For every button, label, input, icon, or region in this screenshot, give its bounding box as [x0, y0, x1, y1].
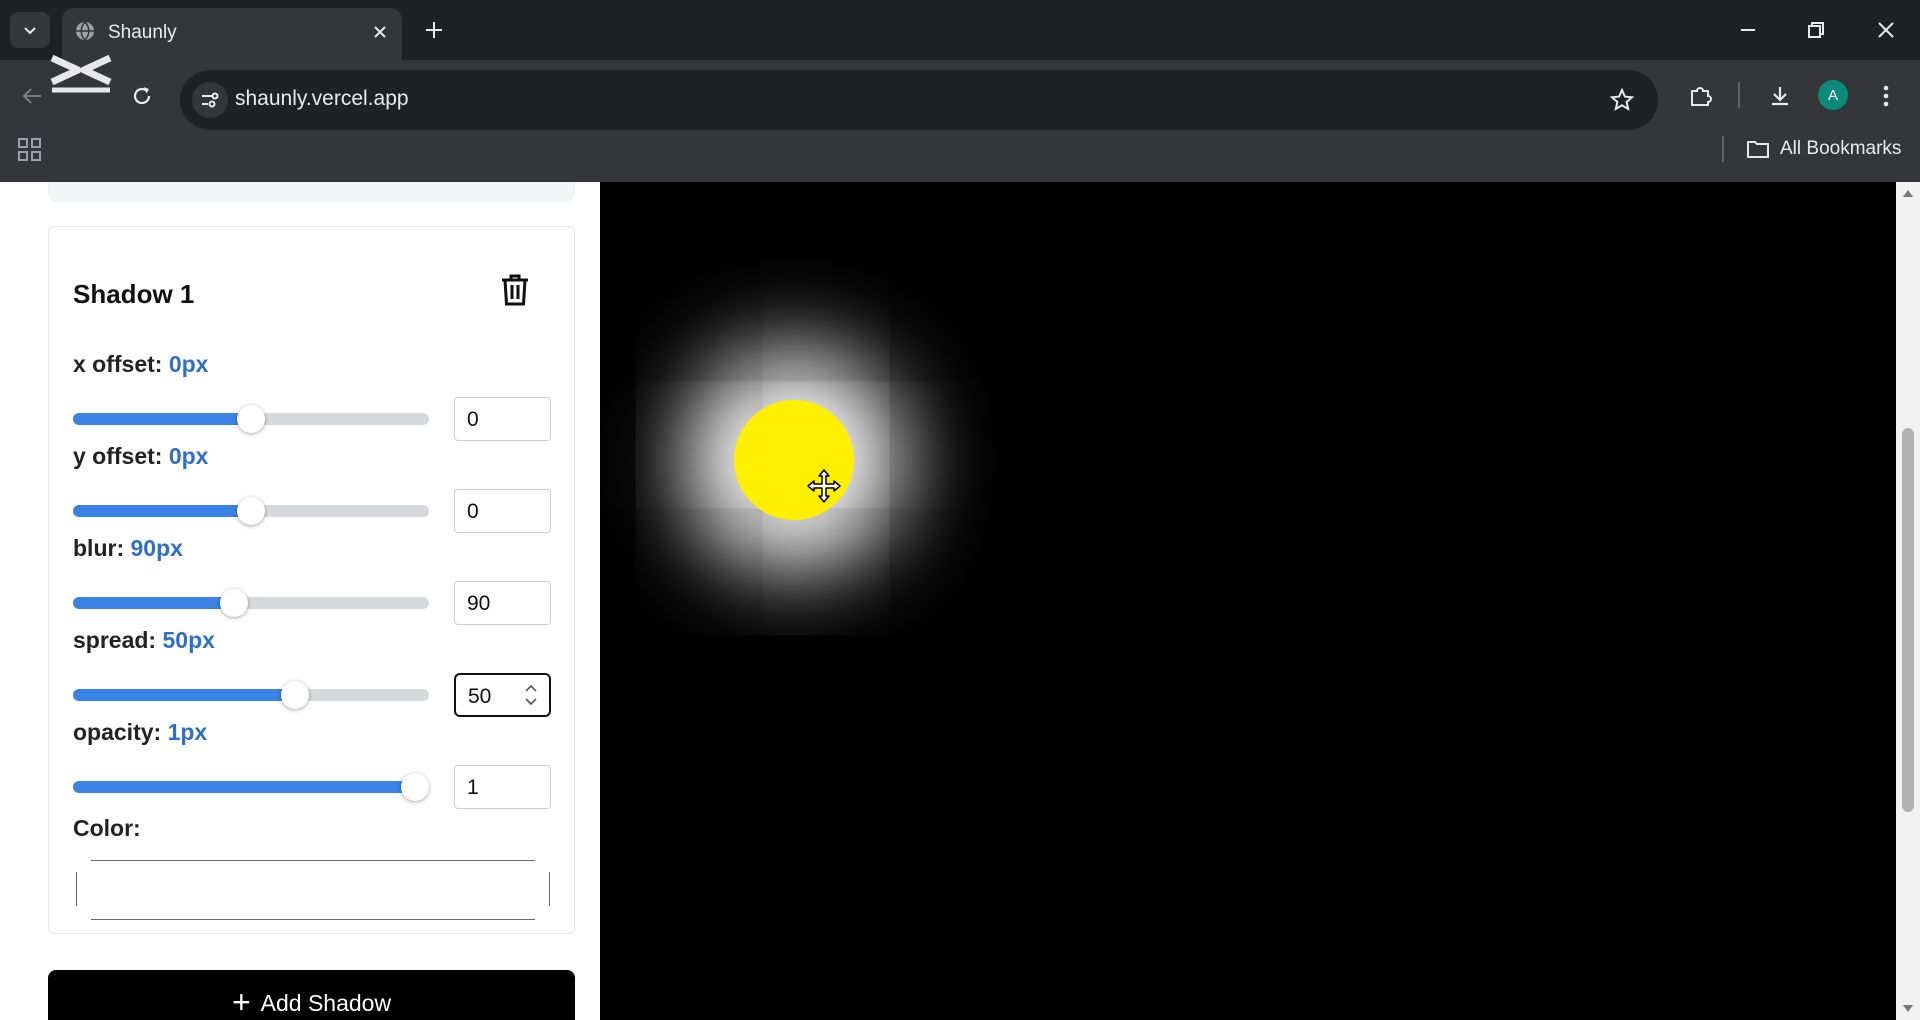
y-offset-slider-thumb[interactable] — [237, 497, 265, 525]
globe-icon — [76, 21, 94, 41]
bookmarks-separator — [1722, 136, 1724, 162]
restore-button[interactable] — [1796, 12, 1836, 48]
tab-strip: Shaunly — [0, 0, 1920, 60]
close-window-button[interactable] — [1866, 12, 1906, 48]
folder-icon — [1747, 141, 1769, 158]
all-bookmarks-label: All Bookmarks — [1780, 138, 1902, 159]
x-offset-label: x offset: 0px — [73, 351, 209, 377]
spread-input[interactable]: 50 — [454, 673, 551, 717]
chevron-down-icon — [24, 27, 36, 35]
spread-slider[interactable] — [73, 681, 429, 709]
delete-shadow-button[interactable] — [494, 269, 536, 311]
blur-input[interactable]: 90 — [454, 581, 551, 625]
opacity-input[interactable]: 1 — [454, 765, 551, 809]
opacity-value: 1px — [167, 719, 208, 745]
color-picker-input[interactable] — [76, 860, 550, 920]
new-tab-button[interactable] — [420, 16, 448, 44]
opacity-label: opacity: 1px — [73, 719, 208, 745]
y-offset-slider[interactable] — [73, 497, 429, 525]
menu-icon — [1883, 85, 1889, 107]
plus-icon: + — [231, 984, 251, 1020]
address-bar[interactable]: shaunly.vercel.app — [180, 70, 1658, 130]
spread-label: spread: 50px — [73, 627, 215, 653]
move-cursor-icon — [807, 469, 841, 503]
scrollbar-thumb[interactable] — [1902, 428, 1914, 812]
spinner-arrows-icon[interactable] — [525, 681, 537, 709]
previous-card — [48, 182, 575, 202]
reload-button[interactable] — [122, 76, 162, 116]
bookmark-star-button[interactable] — [1608, 86, 1636, 114]
preview-canvas[interactable] — [600, 182, 1896, 1020]
minimize-icon — [1741, 29, 1755, 31]
plus-icon — [426, 22, 442, 38]
tab-list-button[interactable] — [10, 12, 50, 48]
tab-title: Shaunly — [108, 22, 177, 43]
trash-icon — [502, 274, 528, 306]
spread-input-value: 50 — [468, 685, 492, 708]
y-offset-input[interactable]: 0 — [454, 489, 551, 533]
y-offset-label: y offset: 0px — [73, 443, 209, 469]
extensions-button[interactable] — [1680, 76, 1720, 116]
browser-menu-button[interactable] — [1866, 76, 1906, 116]
x-offset-slider[interactable] — [73, 405, 429, 433]
x-offset-value: 0px — [168, 351, 209, 377]
apps-icon[interactable] — [16, 136, 44, 164]
shadow-title: Shadow 1 — [73, 279, 195, 309]
star-icon — [1610, 88, 1634, 112]
blur-label: blur: 90px — [73, 535, 183, 561]
scroll-down-icon[interactable] — [1902, 1004, 1914, 1014]
downloads-button[interactable] — [1760, 76, 1800, 116]
add-shadow-button[interactable]: + Add Shadow — [48, 970, 575, 1020]
browser-toolbar: shaunly.vercel.app A All Bookmarks — [0, 60, 1920, 190]
restore-icon — [1808, 22, 1824, 38]
reload-icon — [133, 87, 151, 105]
color-label: Color: — [73, 815, 141, 841]
extensions-icon — [1691, 87, 1712, 106]
shadow-card: Shadow 1 x offset: 0px 0 y offset: 0px 0… — [48, 226, 575, 934]
minimize-button[interactable] — [1728, 12, 1768, 48]
profile-avatar[interactable]: A — [1818, 80, 1848, 110]
x-offset-input[interactable]: 0 — [454, 397, 551, 441]
page-scrollbar[interactable] — [1896, 182, 1920, 1020]
capcut-logo-icon — [50, 54, 112, 93]
scroll-up-icon[interactable] — [1902, 188, 1914, 198]
site-info-icon — [202, 92, 219, 108]
opacity-slider[interactable] — [73, 773, 429, 801]
blur-slider-thumb[interactable] — [220, 589, 248, 617]
spread-slider-thumb[interactable] — [281, 681, 309, 709]
toolbar-separator — [1738, 82, 1740, 108]
spread-value: 50px — [162, 627, 215, 653]
all-bookmarks-button[interactable]: All Bookmarks — [1746, 138, 1901, 160]
blur-slider[interactable] — [73, 589, 429, 617]
site-info-button[interactable] — [192, 82, 228, 118]
x-offset-slider-thumb[interactable] — [237, 405, 265, 433]
download-icon — [1772, 87, 1788, 106]
opacity-slider-thumb[interactable] — [401, 773, 429, 801]
y-offset-value: 0px — [168, 443, 209, 469]
back-icon — [22, 88, 41, 104]
close-tab-button[interactable] — [368, 20, 392, 44]
blur-value: 90px — [130, 535, 183, 561]
close-icon — [374, 26, 386, 38]
add-shadow-label: Add Shadow — [260, 990, 392, 1016]
controls-panel: Shadow 1 x offset: 0px 0 y offset: 0px 0… — [0, 182, 600, 1020]
close-icon — [1878, 22, 1894, 38]
url-text: shaunly.vercel.app — [235, 87, 409, 110]
back-button[interactable] — [12, 76, 52, 116]
